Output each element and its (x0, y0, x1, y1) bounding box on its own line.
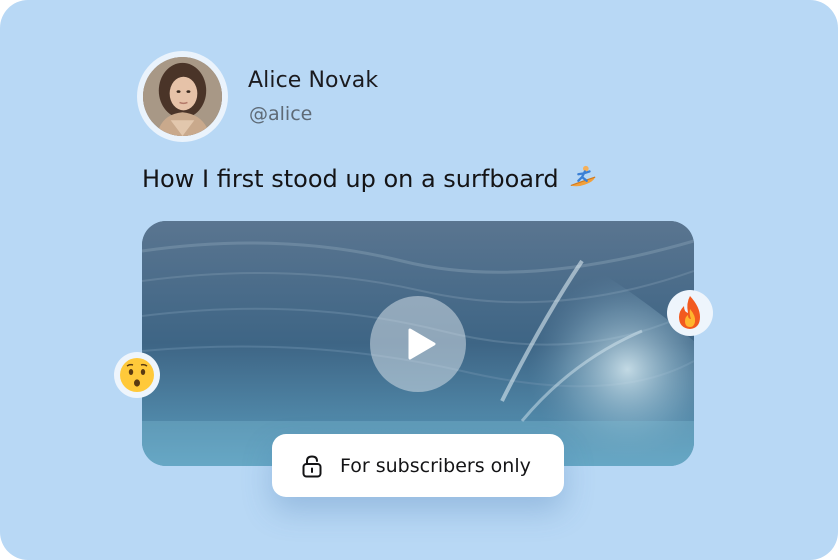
avatar[interactable] (137, 51, 228, 142)
fire-icon (679, 296, 700, 329)
subscribers-only-button[interactable]: For subscribers only (272, 434, 564, 497)
post-title: How I first stood up on a surfboard (142, 163, 598, 193)
post-title-text: How I first stood up on a surfboard (142, 165, 559, 193)
author-name[interactable]: Alice Novak (248, 68, 378, 93)
subscribers-only-label: For subscribers only (340, 454, 531, 477)
lock-icon (299, 453, 325, 479)
astonished-face-icon (120, 358, 154, 392)
surfer-icon (568, 163, 598, 193)
astonished-reaction[interactable] (114, 352, 160, 398)
fire-reaction[interactable] (667, 290, 713, 336)
author-handle[interactable]: @alice (249, 103, 312, 125)
play-icon (408, 328, 436, 360)
play-button[interactable] (370, 296, 466, 392)
avatar-photo (143, 57, 222, 136)
post-card: Alice Novak @alice How I first stood up … (0, 0, 838, 560)
